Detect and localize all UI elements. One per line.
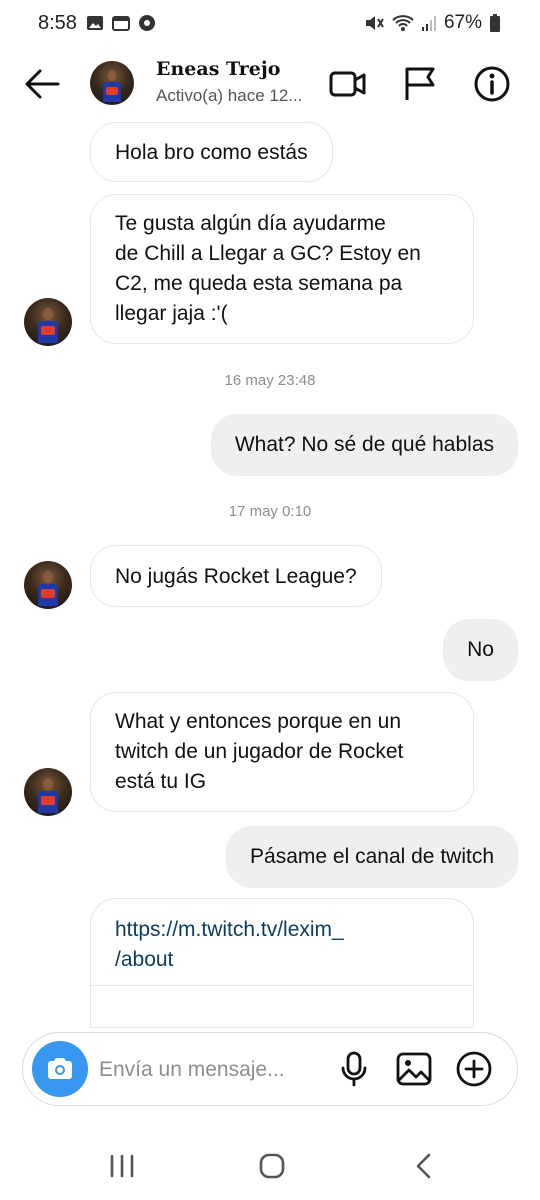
signal-icon	[421, 16, 436, 31]
recent-apps-button[interactable]	[102, 1148, 142, 1184]
more-options-button[interactable]	[455, 1050, 493, 1088]
camera-button[interactable]	[32, 1041, 88, 1097]
image-icon	[396, 1052, 432, 1086]
video-call-button[interactable]	[328, 64, 368, 104]
system-back-button[interactable]	[404, 1148, 444, 1184]
chat-header: Eneas Trejo Activo(a) hace 12...	[0, 50, 540, 120]
mute-icon	[365, 16, 384, 30]
calendar-notification-icon	[112, 16, 130, 31]
chevron-left-icon	[416, 1153, 431, 1179]
home-icon	[259, 1153, 285, 1179]
message-outgoing[interactable]: Pásame el canal de twitch	[226, 826, 518, 888]
status-time: 8:58	[38, 12, 77, 34]
back-button[interactable]	[22, 64, 62, 104]
message-input[interactable]	[99, 1055, 319, 1085]
message-outgoing[interactable]: No	[443, 619, 518, 681]
sender-avatar[interactable]	[24, 561, 72, 609]
message-incoming[interactable]: Hola bro como estás	[90, 122, 333, 182]
message-composer	[22, 1032, 518, 1106]
notification-icons	[86, 14, 156, 32]
system-status: 67%	[364, 12, 500, 34]
link-url[interactable]: https://m.twitch.tv/lexim_ /about	[115, 915, 344, 975]
message-outgoing[interactable]: What? No sé de qué hablas	[210, 414, 518, 476]
system-navigation-bar	[0, 1130, 540, 1200]
home-button[interactable]	[252, 1148, 292, 1184]
video-camera-icon	[329, 71, 366, 97]
timestamp: 16 may 23:48	[224, 372, 316, 389]
contact-activity-status: Activo(a) hace 12...	[156, 86, 303, 105]
arrow-left-icon	[25, 69, 60, 99]
link-message[interactable]: https://m.twitch.tv/lexim_ /about	[90, 898, 474, 1028]
microphone-icon	[341, 1051, 367, 1087]
plus-circle-icon	[456, 1051, 492, 1087]
contact-avatar[interactable]	[90, 61, 134, 105]
status-bar: 8:58 67%	[0, 0, 540, 50]
gallery-button[interactable]	[395, 1050, 433, 1088]
info-icon	[474, 66, 510, 102]
recent-apps-icon	[110, 1154, 134, 1178]
camera-icon	[48, 1058, 72, 1079]
wifi-icon	[392, 15, 414, 31]
message-incoming[interactable]: Te gusta algún día ayudarme de Chill a L…	[90, 194, 474, 344]
message-incoming[interactable]: No jugás Rocket League?	[90, 545, 382, 607]
sender-avatar[interactable]	[24, 768, 72, 816]
battery-percent: 67%	[443, 12, 482, 33]
link-preview-divider	[91, 985, 473, 986]
image-notification-icon	[87, 16, 103, 30]
report-button[interactable]	[400, 64, 440, 104]
app-notification-icon	[139, 15, 155, 31]
info-button[interactable]	[472, 64, 512, 104]
message-incoming[interactable]: What y entonces porque en un twitch de u…	[90, 692, 474, 812]
flag-icon	[405, 67, 435, 100]
contact-name[interactable]: Eneas Trejo	[156, 58, 280, 80]
voice-message-button[interactable]	[335, 1050, 373, 1088]
sender-avatar[interactable]	[24, 298, 72, 346]
battery-icon	[490, 14, 500, 32]
timestamp: 17 may 0:10	[228, 503, 312, 520]
